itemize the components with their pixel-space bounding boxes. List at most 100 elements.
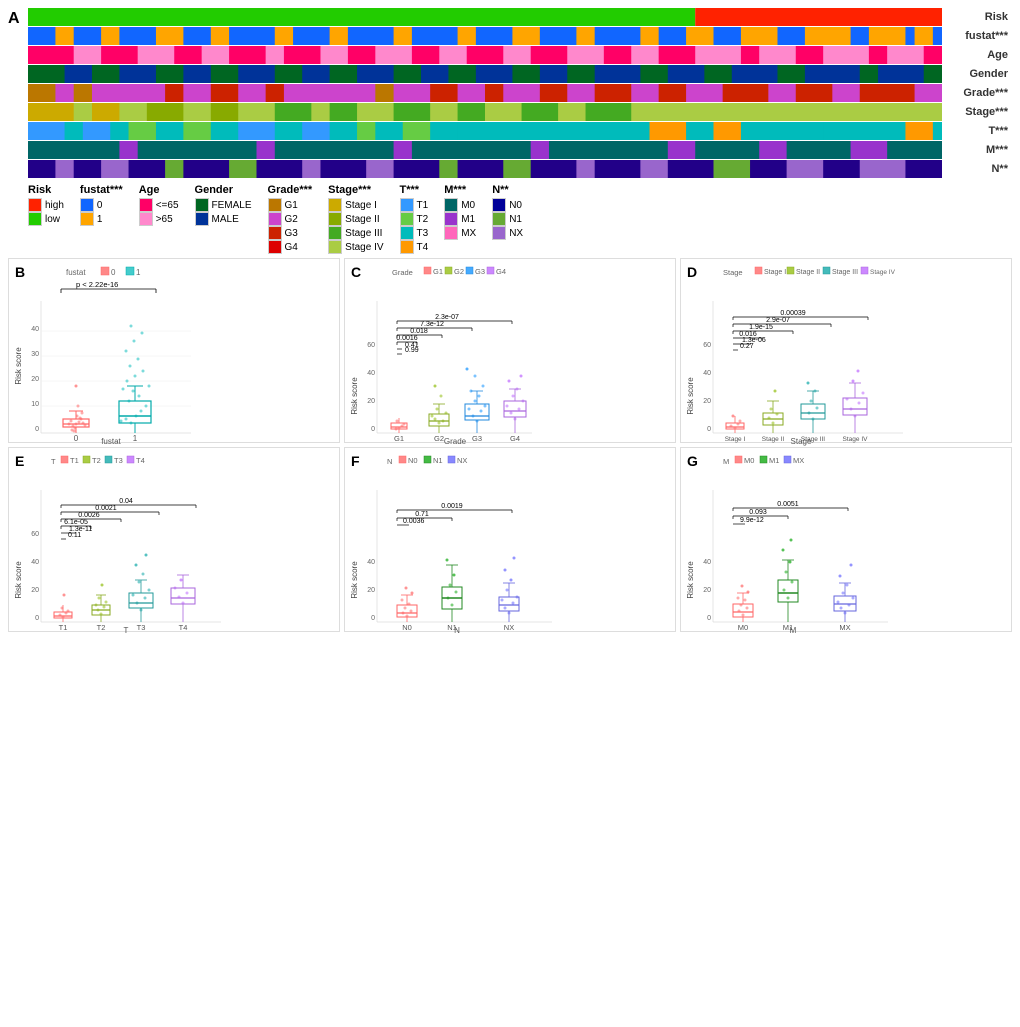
- svg-text:F: F: [351, 453, 360, 469]
- heatmap-bar-grade: [28, 84, 942, 102]
- legend-age: Age <=65 >65: [139, 184, 179, 226]
- legend-m-m0: M0: [444, 198, 476, 212]
- legend-label-g1: G1: [285, 200, 298, 211]
- legend-label-1: 1: [97, 214, 103, 225]
- legend-gender-male: MALE: [195, 212, 252, 226]
- plot-f-svg: F N N0 N1 NX 0.0019 0.71: [347, 450, 673, 635]
- heatmap-svg-grade: [28, 84, 942, 102]
- svg-text:fustat: fustat: [66, 268, 86, 277]
- heatmap-bar-m: [28, 141, 942, 159]
- heatmap-row-stage: Stage***: [28, 103, 1012, 121]
- svg-text:30: 30: [31, 351, 39, 358]
- legend-area: Risk high low fustat*** 0: [28, 184, 1012, 254]
- legend-label-male: MALE: [212, 214, 239, 225]
- svg-text:Risk score: Risk score: [350, 377, 359, 415]
- heatmap-row-m: M***: [28, 141, 1012, 159]
- svg-text:20: 20: [31, 587, 39, 594]
- svg-text:D: D: [687, 264, 697, 280]
- legend-color-male: [195, 212, 209, 226]
- legend-label-high: high: [45, 200, 64, 211]
- svg-text:G1: G1: [394, 434, 404, 443]
- heatmap-row-gender: Gender: [28, 65, 1012, 83]
- legend-stage-iii: Stage III: [328, 226, 383, 240]
- svg-text:0.0019: 0.0019: [441, 503, 463, 510]
- legend-label-m1: M1: [461, 214, 475, 225]
- legend-grade-g4: G4: [268, 240, 313, 254]
- legend-fustat-1: 1: [80, 212, 123, 226]
- svg-text:NX: NX: [504, 623, 514, 632]
- svg-text:T: T: [51, 457, 56, 466]
- legend-stage-iv: Stage IV: [328, 240, 383, 254]
- svg-text:G3: G3: [472, 434, 482, 443]
- plots-row-1: B fustat 0 1 p < 2.22e-16 Risk score 0: [8, 258, 1012, 443]
- heatmap-svg-risk: [28, 8, 942, 26]
- svg-text:Stage I: Stage I: [764, 269, 786, 276]
- svg-text:G: G: [687, 453, 698, 469]
- svg-text:40: 40: [703, 370, 711, 377]
- svg-text:2.9e-07: 2.9e-07: [766, 317, 790, 324]
- panel-c: C Grade G1 G2 G3 G4 2.3e-07: [344, 258, 676, 443]
- legend-gender-title: Gender: [195, 184, 252, 196]
- svg-text:9.9e-12: 9.9e-12: [740, 517, 764, 524]
- svg-text:0.11: 0.11: [68, 532, 81, 539]
- legend-color-1: [80, 212, 94, 226]
- svg-text:Stage II: Stage II: [762, 436, 785, 443]
- legend-gender-female: FEMALE: [195, 198, 252, 212]
- legend-grade-g2: G2: [268, 212, 313, 226]
- heatmap-label-m: M***: [942, 144, 1012, 156]
- legend-label-stagei: Stage I: [345, 200, 377, 211]
- svg-text:0.093: 0.093: [749, 509, 767, 516]
- svg-text:0.0021: 0.0021: [95, 505, 117, 512]
- svg-text:Stage III: Stage III: [832, 269, 858, 276]
- heatmap-label-grade: Grade***: [942, 87, 1012, 99]
- svg-text:0: 0: [35, 615, 39, 622]
- heatmap-container: Risk: [28, 8, 1012, 178]
- heatmap-row-age: Age: [28, 46, 1012, 64]
- legend-color-g1: [268, 198, 282, 212]
- legend-label-t1: T1: [417, 200, 429, 211]
- svg-text:0: 0: [111, 268, 116, 277]
- panel-e: E T T1 T2 T3 T4 0.04: [8, 447, 340, 632]
- svg-text:1: 1: [136, 268, 141, 277]
- legend-t-t3: T3: [400, 226, 429, 240]
- legend-color-n0: [492, 198, 506, 212]
- svg-text:1.9e-15: 1.9e-15: [749, 324, 773, 331]
- svg-text:0: 0: [74, 434, 79, 443]
- svg-text:G4: G4: [496, 267, 506, 276]
- legend-age-gt65: >65: [139, 212, 179, 226]
- svg-text:0.0026: 0.0026: [78, 512, 100, 519]
- legend-m-title: M***: [444, 184, 476, 196]
- svg-text:N0: N0: [402, 623, 412, 632]
- svg-text:Risk score: Risk score: [686, 377, 695, 415]
- plot-c-svg: C Grade G1 G2 G3 G4 2.3e-07: [347, 261, 673, 446]
- svg-text:60: 60: [31, 531, 39, 538]
- legend-grade: Grade*** G1 G2 G3 G4: [268, 184, 313, 254]
- legend-m-m1: M1: [444, 212, 476, 226]
- svg-text:M0: M0: [744, 456, 754, 465]
- svg-text:G3: G3: [475, 267, 485, 276]
- legend-color-stageiv: [328, 240, 342, 254]
- panel-b: B fustat 0 1 p < 2.22e-16 Risk score 0: [8, 258, 340, 443]
- svg-text:0: 0: [35, 426, 39, 433]
- legend-label-g2: G2: [285, 214, 298, 225]
- svg-text:1: 1: [133, 434, 138, 443]
- svg-text:MX: MX: [839, 623, 850, 632]
- legend-n-title: N**: [492, 184, 523, 196]
- svg-text:M1: M1: [769, 456, 779, 465]
- svg-text:0: 0: [371, 615, 375, 622]
- plots-area: B fustat 0 1 p < 2.22e-16 Risk score 0: [8, 258, 1012, 632]
- svg-text:2.3e-07: 2.3e-07: [435, 314, 459, 321]
- legend-color-stageiii: [328, 226, 342, 240]
- legend-label-g4: G4: [285, 242, 298, 253]
- heatmap-svg-gender: [28, 65, 942, 83]
- svg-text:40: 40: [367, 559, 375, 566]
- heatmap-row-n: N**: [28, 160, 1012, 178]
- svg-text:Risk score: Risk score: [14, 347, 23, 385]
- legend-risk: Risk high low: [28, 184, 64, 226]
- svg-text:20: 20: [31, 376, 39, 383]
- legend-n-n0: N0: [492, 198, 523, 212]
- svg-text:60: 60: [703, 342, 711, 349]
- svg-text:N: N: [454, 626, 460, 635]
- svg-text:20: 20: [367, 587, 375, 594]
- svg-text:Stage IV: Stage IV: [843, 436, 869, 443]
